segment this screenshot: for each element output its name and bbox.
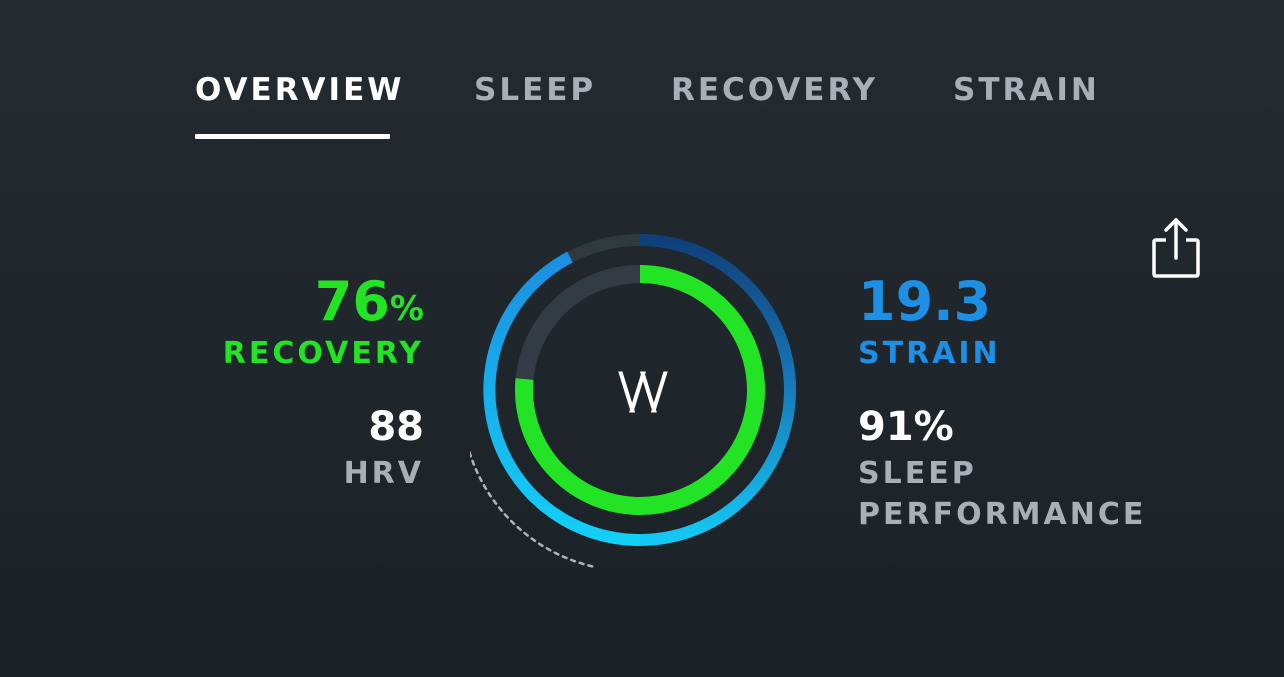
strain-label: STRAIN: [858, 336, 1001, 371]
strain-value: 19.3: [858, 270, 992, 333]
whoop-logo-icon: \/\/: [618, 362, 668, 420]
recovery-label: RECOVERY: [222, 336, 424, 371]
share-button[interactable]: [1146, 214, 1206, 284]
tab-recovery[interactable]: RECOVERY: [671, 72, 878, 108]
active-tab-indicator: [195, 134, 390, 139]
tab-sleep[interactable]: SLEEP: [474, 72, 596, 108]
tab-bar: OVERVIEW SLEEP RECOVERY STRAIN: [0, 0, 1284, 150]
recovery-percent-sign: %: [389, 289, 424, 329]
recovery-strain-ring[interactable]: \/\/: [470, 220, 810, 570]
tab-strain[interactable]: STRAIN: [953, 72, 1100, 108]
sleep-performance-label-line1: SLEEP: [858, 456, 977, 491]
hrv-value: 88: [368, 404, 424, 450]
hrv-label: HRV: [343, 456, 424, 491]
sleep-performance-value: 91%: [858, 404, 954, 450]
share-icon: [1152, 218, 1200, 278]
whoop-overview-screen: OVERVIEW SLEEP RECOVERY STRAIN 76% RECOV…: [0, 0, 1284, 677]
tab-overview[interactable]: OVERVIEW: [195, 72, 404, 108]
recovery-value: 76%: [315, 270, 424, 333]
recovery-percent-number: 76: [314, 270, 390, 333]
sleep-performance-label-line2: PERFORMANCE: [858, 497, 1147, 532]
